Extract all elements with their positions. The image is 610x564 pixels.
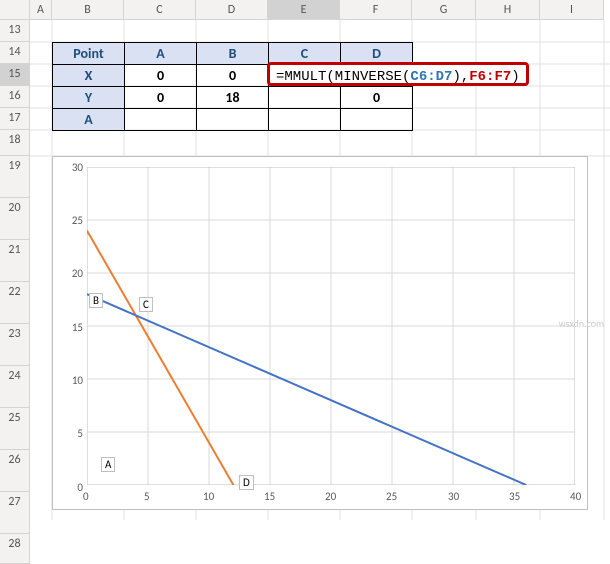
xtick-20: 20 <box>325 490 336 503</box>
row-header-17[interactable]: 17 <box>0 108 30 130</box>
row-header-26[interactable]: 26 <box>0 450 30 492</box>
xtick-30: 30 <box>448 490 459 503</box>
formula-ref1: C6:D7 <box>410 69 452 85</box>
cell-D16[interactable]: 18 <box>197 87 269 109</box>
point-label-B[interactable]: B <box>89 293 103 308</box>
col-header-A[interactable]: A <box>30 0 52 20</box>
row-header-18[interactable]: 18 <box>0 130 30 156</box>
ytick-25: 25 <box>63 214 83 227</box>
cell-F17[interactable] <box>341 109 413 131</box>
th-B[interactable]: B <box>197 43 269 65</box>
ytick-0: 0 <box>63 481 83 494</box>
col-header-I[interactable]: I <box>540 0 604 20</box>
col-header-E[interactable]: E <box>268 0 340 20</box>
formula-callout: =MMULT(MINVERSE(C6:D7),F6:F7) <box>267 62 529 86</box>
cell-grid[interactable]: Point A B C D X 0 0 Y 0 18 0 A <box>30 20 610 520</box>
row-headers: 13 14 15 16 17 18 19 20 21 22 23 24 25 2… <box>0 20 30 520</box>
xtick-40: 40 <box>570 490 581 503</box>
cell-D15[interactable]: 0 <box>197 65 269 87</box>
xtick-10: 10 <box>203 490 214 503</box>
row-header-23[interactable]: 23 <box>0 324 30 366</box>
row-header-16[interactable]: 16 <box>0 86 30 108</box>
cell-F16[interactable]: 0 <box>341 87 413 109</box>
cell-C15[interactable]: 0 <box>125 65 197 87</box>
formula-fn-mid: ), <box>452 69 469 85</box>
formula-fn-pre: =MMULT(MINVERSE( <box>276 69 410 85</box>
select-all-corner[interactable] <box>0 0 30 20</box>
series-d-line[interactable] <box>87 294 526 485</box>
row-header-27[interactable]: 27 <box>0 492 30 534</box>
th-point[interactable]: Point <box>53 43 125 65</box>
watermark: wsxdn.com <box>559 317 604 330</box>
row-label-X[interactable]: X <box>53 65 125 87</box>
column-headers: A B C D E F G H I <box>0 0 610 20</box>
xtick-25: 25 <box>386 490 397 503</box>
cell-E16[interactable] <box>269 87 341 109</box>
ytick-15: 15 <box>63 321 83 334</box>
row-header-20[interactable]: 20 <box>0 198 30 240</box>
row-header-15[interactable]: 15 <box>0 64 30 86</box>
row-label-Y[interactable]: Y <box>53 87 125 109</box>
row-header-21[interactable]: 21 <box>0 240 30 282</box>
col-header-B[interactable]: B <box>52 0 124 20</box>
row-header-22[interactable]: 22 <box>0 282 30 324</box>
row-header-13[interactable]: 13 <box>0 20 30 42</box>
row-header-25[interactable]: 25 <box>0 408 30 450</box>
point-label-A[interactable]: A <box>101 457 115 472</box>
xtick-5: 5 <box>144 490 150 503</box>
row-header-24[interactable]: 24 <box>0 366 30 408</box>
row-header-14[interactable]: 14 <box>0 42 30 64</box>
ytick-5: 5 <box>63 427 83 440</box>
cell-C17[interactable] <box>125 109 197 131</box>
plot-area[interactable]: 30 25 20 15 10 5 0 0 5 10 15 20 25 30 35… <box>87 167 575 485</box>
formula-ref2: F6:F7 <box>469 69 511 85</box>
point-label-D[interactable]: D <box>239 475 254 490</box>
ytick-20: 20 <box>63 267 83 280</box>
row-header-28[interactable]: 28 <box>0 534 30 564</box>
row-label-A[interactable]: A <box>53 109 125 131</box>
cell-D17[interactable] <box>197 109 269 131</box>
ytick-10: 10 <box>63 374 83 387</box>
row-header-19[interactable]: 19 <box>0 156 30 198</box>
xtick-35: 35 <box>509 490 520 503</box>
th-A[interactable]: A <box>125 43 197 65</box>
cell-C16[interactable]: 0 <box>125 87 197 109</box>
col-header-C[interactable]: C <box>124 0 196 20</box>
ytick-30: 30 <box>63 161 83 174</box>
col-header-H[interactable]: H <box>476 0 540 20</box>
col-header-F[interactable]: F <box>340 0 412 20</box>
series-c-line[interactable] <box>87 231 233 485</box>
xtick-15: 15 <box>264 490 275 503</box>
col-header-D[interactable]: D <box>196 0 268 20</box>
col-header-G[interactable]: G <box>412 0 476 20</box>
cell-E17[interactable] <box>269 109 341 131</box>
point-label-C[interactable]: C <box>139 297 153 312</box>
chart[interactable]: 30 25 20 15 10 5 0 0 5 10 15 20 25 30 35… <box>52 156 588 510</box>
formula-fn-suf: ) <box>511 69 519 85</box>
xtick-0: 0 <box>83 490 89 503</box>
